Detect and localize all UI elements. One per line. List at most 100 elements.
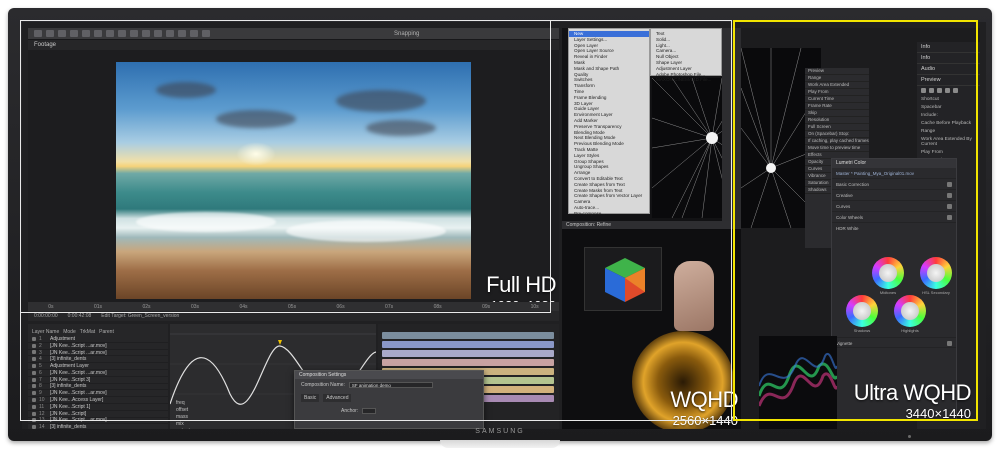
- layer-row[interactable]: 3 [JN Kee...Script ...ar.mov]: [28, 350, 168, 357]
- roto-tool-icon[interactable]: [190, 30, 198, 37]
- eye-icon[interactable]: [32, 336, 36, 341]
- next-frame-icon[interactable]: [945, 88, 950, 93]
- pen-tool-icon[interactable]: [130, 30, 138, 37]
- track-bar[interactable]: [382, 350, 554, 357]
- section-color-wheels[interactable]: Color Wheels: [832, 212, 956, 223]
- eye-icon[interactable]: [32, 350, 36, 355]
- effect-offset[interactable]: offset: [176, 407, 190, 414]
- mask-tool-icon[interactable]: [118, 30, 126, 37]
- layer-row[interactable]: 6 [JN Kee...Script ...ar.mov]: [28, 370, 168, 377]
- rotate-tool-icon[interactable]: [82, 30, 90, 37]
- col-mode[interactable]: Mode: [63, 329, 76, 335]
- menu-item[interactable]: Pre-compose...: [569, 211, 649, 217]
- camera-tool-icon[interactable]: [94, 30, 102, 37]
- info-row[interactable]: Work Area Extended By Current: [917, 135, 980, 148]
- track-bar[interactable]: [382, 359, 554, 366]
- preview-setting-row[interactable]: Current Time: [805, 96, 869, 103]
- tab-audio[interactable]: Audio: [917, 64, 980, 75]
- preview-setting-row[interactable]: On (Spacebar) Stop:: [805, 131, 869, 138]
- anchor-grid[interactable]: [362, 408, 377, 414]
- text-tool-icon[interactable]: [142, 30, 150, 37]
- col-layer-name[interactable]: Layer Name: [32, 329, 59, 335]
- preview-setting-row[interactable]: Resolution: [805, 117, 869, 124]
- layer-row[interactable]: 13 [JN Kee...Script ...ar.mov]: [28, 417, 168, 425]
- info-row[interactable]: Shortcut: [917, 95, 980, 103]
- eye-icon[interactable]: [32, 404, 36, 409]
- effect-mix[interactable]: mix: [176, 421, 190, 428]
- color-wheel-midtones[interactable]: [872, 257, 904, 289]
- preview-setting-row[interactable]: Move time to preview time: [805, 145, 869, 152]
- brush-tool-icon[interactable]: [154, 30, 162, 37]
- track-bar[interactable]: [382, 341, 554, 348]
- section-curves[interactable]: Curves: [832, 201, 956, 212]
- color-wheel-hsl[interactable]: [920, 257, 952, 289]
- checkbox-icon[interactable]: [947, 182, 952, 187]
- color-wheel-shadows[interactable]: [846, 295, 878, 327]
- tab-footage[interactable]: Footage: [34, 42, 56, 48]
- preview-setting-row[interactable]: Frame Rate: [805, 103, 869, 110]
- checkbox-icon[interactable]: [947, 341, 952, 346]
- col-parent[interactable]: Parent: [99, 329, 114, 335]
- info-row[interactable]: Include:: [917, 111, 980, 119]
- tab-info-2[interactable]: Info: [917, 53, 980, 64]
- eye-icon[interactable]: [32, 377, 36, 382]
- section-creative[interactable]: Creative: [832, 190, 956, 201]
- comp-name-input[interactable]: SF animation demo: [348, 382, 433, 388]
- last-frame-icon[interactable]: [953, 88, 958, 93]
- tab-preview[interactable]: Preview: [917, 75, 980, 86]
- tab-advanced[interactable]: Advanced: [323, 394, 352, 402]
- clone-tool-icon[interactable]: [166, 30, 174, 37]
- timeline-ruler[interactable]: 0s 01s 02s 03s 04s 05s 06s 07s 08s 09s 1…: [28, 302, 559, 311]
- eye-icon[interactable]: [32, 384, 36, 389]
- checkbox-icon[interactable]: [947, 193, 952, 198]
- layer-row[interactable]: 7 [JN Kee...Script 3]: [28, 377, 168, 384]
- current-time[interactable]: 0:00:00:00: [34, 313, 58, 319]
- color-wheel-highlights[interactable]: [894, 295, 926, 327]
- preview-setting-row[interactable]: Play From: [805, 89, 869, 96]
- checkbox-icon[interactable]: [947, 215, 952, 220]
- eye-icon[interactable]: [32, 391, 36, 396]
- preview-setting-row[interactable]: Preview: [805, 68, 869, 75]
- tab-info[interactable]: Info: [917, 42, 980, 53]
- select-tool-icon[interactable]: [46, 30, 54, 37]
- layer-row[interactable]: 11 [JN Kee...Script 1]: [28, 404, 168, 411]
- layer-row[interactable]: 4 [3] infinite_dents: [28, 356, 168, 364]
- eye-icon[interactable]: [32, 398, 36, 403]
- play-icon[interactable]: [937, 88, 942, 93]
- lumetri-source[interactable]: Master * Painting_Mya_Original01.mov: [832, 168, 956, 179]
- preview-setting-row[interactable]: Full Screen: [805, 124, 869, 131]
- prev-frame-icon[interactable]: [929, 88, 934, 93]
- preview-setting-row[interactable]: If caching, play cached frames: [805, 138, 869, 145]
- tab-basic[interactable]: Basic: [301, 394, 320, 402]
- section-basic-correction[interactable]: Basic Correction: [832, 179, 956, 190]
- eye-icon[interactable]: [32, 364, 36, 369]
- preview-setting-row[interactable]: Skip: [805, 110, 869, 117]
- col-trkmat[interactable]: TrkMat: [80, 329, 95, 335]
- info-row[interactable]: Spacebar: [917, 103, 980, 111]
- layer-row[interactable]: 10 [JN Kee...Access Layer]: [28, 397, 168, 404]
- eye-icon[interactable]: [32, 411, 36, 416]
- eye-icon[interactable]: [32, 357, 36, 362]
- track-bar[interactable]: [382, 332, 554, 339]
- snapping-label[interactable]: Snapping: [394, 31, 419, 37]
- eye-icon[interactable]: [32, 370, 36, 375]
- eraser-tool-icon[interactable]: [178, 30, 186, 37]
- section-vignette[interactable]: Vignette: [832, 337, 956, 348]
- checkbox-icon[interactable]: [947, 204, 952, 209]
- info-row[interactable]: Play From: [917, 148, 980, 156]
- puppet-tool-icon[interactable]: [202, 30, 210, 37]
- info-row[interactable]: Range: [917, 127, 980, 135]
- info-row[interactable]: Cache Before Playback: [917, 119, 980, 127]
- eye-icon[interactable]: [32, 343, 36, 348]
- submenu-item[interactable]: MAXON CINEMA 4D File...: [651, 77, 721, 83]
- preview-setting-row[interactable]: Work Area Extended: [805, 82, 869, 89]
- pan-tool-icon[interactable]: [106, 30, 114, 37]
- first-frame-icon[interactable]: [921, 88, 926, 93]
- effect-freq[interactable]: freq: [176, 400, 190, 407]
- preview-setting-row[interactable]: Range: [805, 75, 869, 82]
- effect-mass[interactable]: mass: [176, 414, 190, 421]
- zoom-tool-icon[interactable]: [70, 30, 78, 37]
- eye-icon[interactable]: [32, 418, 36, 423]
- tab-composition[interactable]: Composition: Refine: [566, 222, 611, 228]
- home-icon[interactable]: [34, 30, 42, 37]
